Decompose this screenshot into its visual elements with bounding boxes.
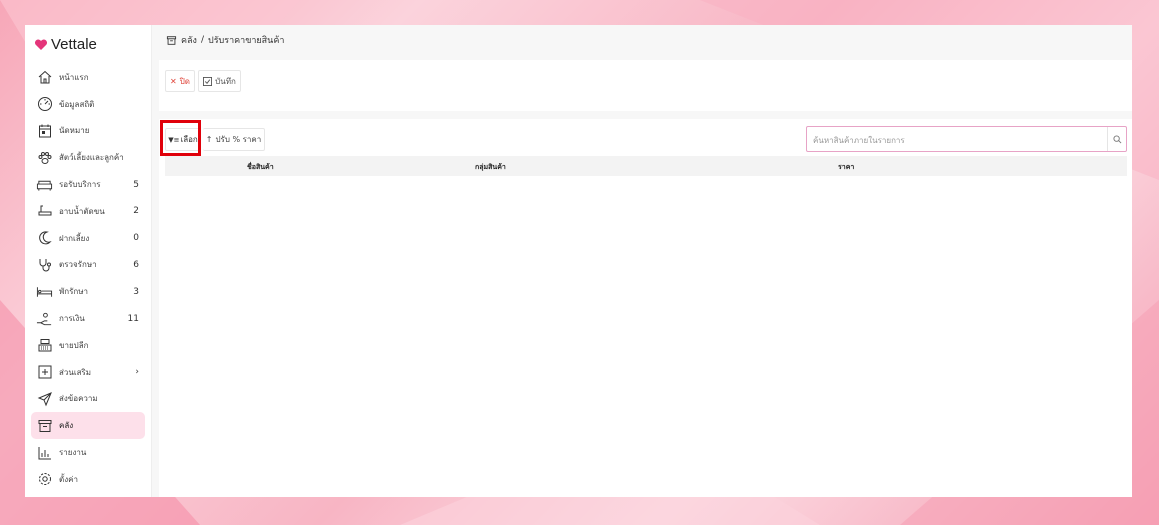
home-icon [36, 69, 53, 86]
sidebar-item-home[interactable]: หน้าแรก [25, 64, 151, 91]
sidebar-item-label: คลัง [59, 421, 74, 431]
stethoscope-icon [36, 256, 53, 273]
money-hand-icon [36, 310, 53, 327]
paw-icon [36, 149, 53, 166]
moon-icon [36, 230, 53, 247]
sidebar-item-waiting[interactable]: รอรับบริการ 5 [25, 171, 151, 198]
sidebar-item-boarding[interactable]: ฝากเลี้ยง 0 [25, 225, 151, 252]
sidebar-item-label: พักรักษา [59, 287, 89, 297]
sidebar: Vettale หน้าแรก ข้อมูลสถิติ นัดหมาย สัตว… [25, 25, 152, 497]
sidebar-item-addons[interactable]: ส่วนเสริม › [25, 359, 151, 386]
sidebar-item-messages[interactable]: ส่งข้อความ [25, 386, 151, 413]
plus-square-icon [36, 364, 53, 381]
dashboard-icon [36, 96, 53, 113]
sidebar-item-retail[interactable]: ขายปลีก [25, 332, 151, 359]
search-icon [1112, 134, 1121, 143]
gear-icon [36, 471, 53, 488]
sidebar-item-finance[interactable]: การเงิน 11 [25, 305, 151, 332]
sidebar-item-label: ขายปลีก [59, 340, 89, 350]
sidebar-item-appointments[interactable]: นัดหมาย [25, 118, 151, 145]
sidebar-item-label: ข้อมูลสถิติ [59, 99, 95, 109]
breadcrumb-separator: / [200, 35, 204, 45]
sidebar-item-count: 0 [133, 233, 139, 244]
sidebar-item-count: 6 [133, 259, 139, 270]
close-icon: ✕ [170, 76, 177, 86]
archive-icon [36, 417, 53, 434]
sidebar-item-inpatient[interactable]: พักรักษา 3 [25, 278, 151, 305]
sidebar-item-count: 3 [133, 286, 139, 297]
logo[interactable]: Vettale [34, 36, 97, 53]
sofa-icon [36, 176, 53, 193]
column-header-product-group[interactable]: กลุ่มสินค้า [475, 162, 506, 173]
column-header-product-name[interactable]: ชื่อสินค้า [247, 162, 274, 173]
breadcrumb-root[interactable]: คลัง [181, 33, 197, 47]
heart-logo-icon [34, 38, 48, 50]
close-button[interactable]: ✕ ปิด [165, 70, 195, 92]
sidebar-item-label: ส่วนเสริม [59, 367, 92, 377]
sidebar-item-reports[interactable]: รายงาน [25, 439, 151, 466]
cash-register-icon [36, 337, 53, 354]
sidebar-item-label: ตั้งค่า [59, 474, 78, 484]
sidebar-nav: หน้าแรก ข้อมูลสถิติ นัดหมาย สัตว์เลี้ยงแ… [25, 64, 151, 493]
sidebar-item-label: รอรับบริการ [59, 180, 101, 190]
toolbar-panel: ✕ ปิด บันทึก [159, 60, 1132, 111]
chevron-right-icon: › [135, 367, 139, 378]
bed-icon [36, 283, 53, 300]
bar-chart-icon [36, 444, 53, 461]
sidebar-item-pets-customers[interactable]: สัตว์เลี้ยงและลูกค้า [25, 144, 151, 171]
sidebar-item-inventory[interactable]: คลัง [31, 412, 145, 440]
send-icon [36, 390, 53, 407]
adjust-percent-price-button[interactable]: ↑ ปรับ % ราคา [203, 128, 265, 151]
save-icon [203, 76, 213, 86]
sidebar-item-label: รายงาน [59, 448, 87, 458]
table-header: ชื่อสินค้า กลุ่มสินค้า ราคา [165, 156, 1127, 176]
main-content: คลัง / ปรับราคาขายสินค้า ✕ ปิด บันทึก ▼≡… [152, 25, 1132, 497]
sidebar-item-treatment[interactable]: ตรวจรักษา 6 [25, 252, 151, 279]
search-box [806, 126, 1127, 153]
sidebar-item-count: 2 [133, 206, 139, 217]
sidebar-item-label: อาบน้ำตัดขน [59, 206, 105, 216]
sidebar-item-count: 5 [133, 179, 139, 190]
calendar-icon [36, 122, 53, 139]
search-button[interactable] [1107, 127, 1126, 151]
sidebar-item-statistics[interactable]: ข้อมูลสถิติ [25, 91, 151, 118]
sidebar-item-label: หน้าแรก [59, 72, 89, 82]
sidebar-item-grooming[interactable]: อาบน้ำตัดขน 2 [25, 198, 151, 225]
sidebar-item-count: 11 [127, 313, 139, 324]
breadcrumb: คลัง / ปรับราคาขายสินค้า [166, 33, 288, 47]
sidebar-item-label: ส่งข้อความ [59, 394, 98, 404]
column-header-price[interactable]: ราคา [838, 162, 854, 173]
sidebar-item-settings[interactable]: ตั้งค่า [25, 466, 151, 493]
sidebar-item-label: นัดหมาย [59, 126, 90, 136]
highlight-box [160, 120, 201, 156]
archive-icon [166, 35, 177, 45]
content-panel: ▼≡ เลือก ↑ ปรับ % ราคา ชื่อสินค้า กลุ่มส… [159, 119, 1132, 497]
sidebar-item-label: การเงิน [59, 314, 85, 324]
search-input[interactable] [807, 127, 1115, 153]
app-window: Vettale หน้าแรก ข้อมูลสถิติ นัดหมาย สัตว… [25, 25, 1132, 497]
breadcrumb-current: ปรับราคาขายสินค้า [207, 36, 285, 46]
sidebar-item-label: ตรวจรักษา [59, 260, 97, 270]
close-button-label: ปิด [179, 76, 190, 86]
arrow-up-icon: ↑ [205, 135, 213, 144]
app-name: Vettale [51, 36, 97, 53]
save-button[interactable]: บันทึก [198, 70, 241, 92]
adjust-button-label: ปรับ % ราคา [215, 135, 262, 144]
save-button-label: บันทึก [215, 76, 236, 86]
sidebar-item-label: สัตว์เลี้ยงและลูกค้า [59, 153, 124, 163]
bath-icon [36, 203, 53, 220]
sidebar-item-label: ฝากเลี้ยง [59, 233, 90, 243]
